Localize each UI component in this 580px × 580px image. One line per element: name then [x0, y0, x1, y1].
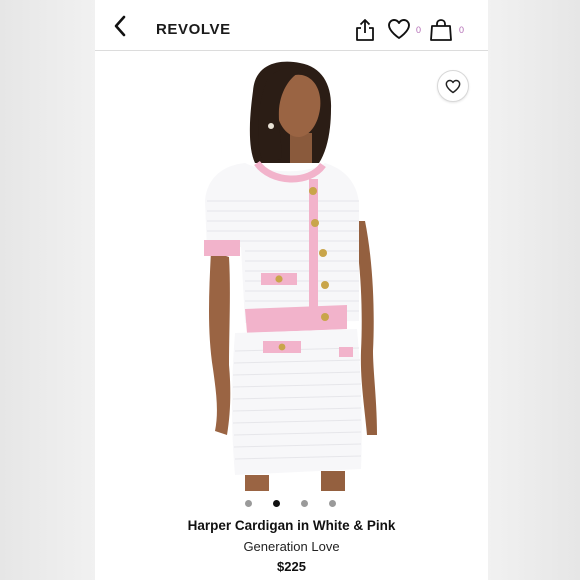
- pagination-dot[interactable]: [245, 500, 252, 507]
- wishlist-count: 0: [416, 25, 422, 35]
- background-left: [0, 0, 95, 580]
- share-icon: [356, 19, 374, 41]
- heart-icon: [445, 79, 461, 93]
- bag-count: 0: [459, 25, 465, 35]
- image-pagination: [245, 500, 345, 510]
- app-header: REVOLVE 0 0: [95, 0, 488, 51]
- pagination-dot-active[interactable]: [273, 500, 280, 507]
- background-right: [488, 0, 580, 580]
- heart-icon: [388, 19, 410, 39]
- share-button[interactable]: [354, 18, 376, 42]
- wishlist-button[interactable]: [387, 18, 411, 40]
- revolve-logo[interactable]: REVOLVE: [156, 21, 231, 38]
- product-brand[interactable]: Generation Love: [95, 539, 488, 554]
- shopping-bag-icon: [430, 19, 452, 41]
- favorite-button[interactable]: [437, 70, 469, 102]
- pagination-dot[interactable]: [329, 500, 336, 507]
- product-price: $225: [277, 559, 306, 574]
- back-button[interactable]: [109, 14, 133, 38]
- phone-screen: REVOLVE 0 0 Harper Cardigan in White & P…: [95, 0, 488, 580]
- model-photo: [204, 61, 377, 491]
- product-title: Harper Cardigan in White & Pink: [187, 518, 396, 533]
- product-image[interactable]: [95, 51, 488, 491]
- shopping-bag-button[interactable]: [429, 18, 453, 42]
- chevron-left-icon: [114, 15, 126, 37]
- pagination-dot[interactable]: [301, 500, 308, 507]
